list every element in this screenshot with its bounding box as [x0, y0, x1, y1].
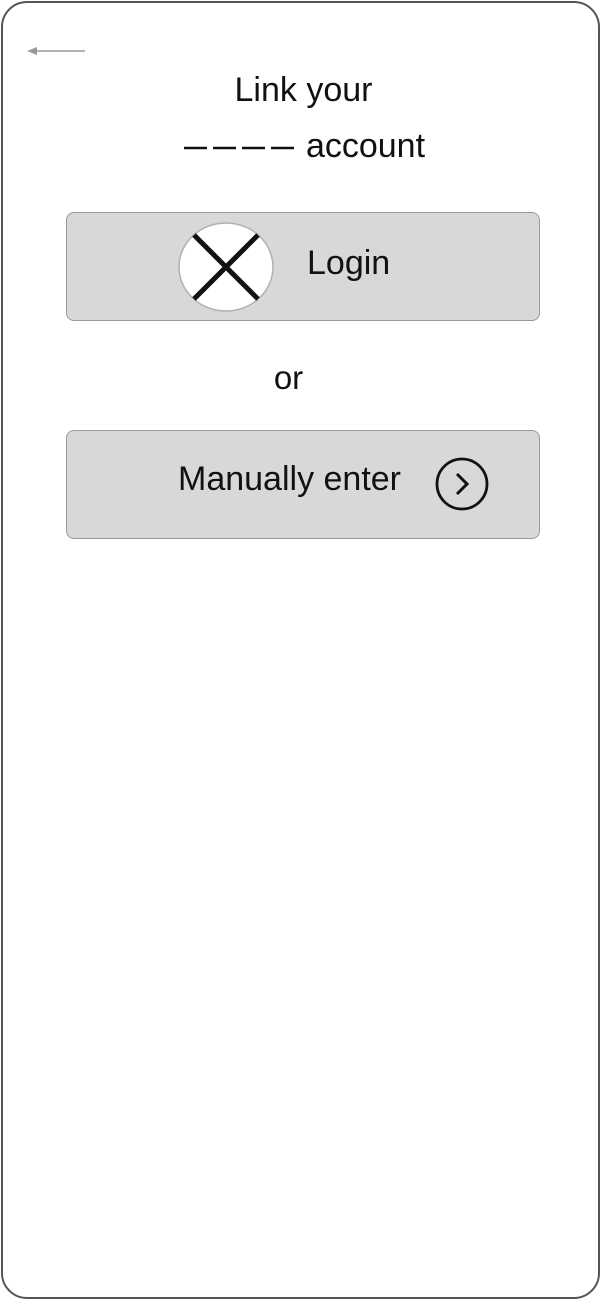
- title-account-text: account: [305, 127, 426, 165]
- phone-frame: Link your account Login or Manually ente…: [1, 1, 600, 1299]
- back-button[interactable]: [25, 41, 89, 61]
- manually-enter-button[interactable]: Manually enter: [66, 430, 540, 539]
- manually-enter-label: Manually enter: [178, 460, 402, 498]
- service-name-placeholder: [182, 126, 298, 166]
- chevron-right-circle-icon: [434, 456, 490, 512]
- login-button[interactable]: Login: [66, 212, 540, 321]
- image-placeholder-icon: [178, 222, 274, 312]
- arrow-left-icon: [27, 47, 85, 55]
- or-divider-text: or: [273, 359, 304, 396]
- page-title-line2: account: [3, 126, 601, 166]
- page-title-line1: Link your: [234, 71, 373, 109]
- login-label: Login: [307, 244, 391, 282]
